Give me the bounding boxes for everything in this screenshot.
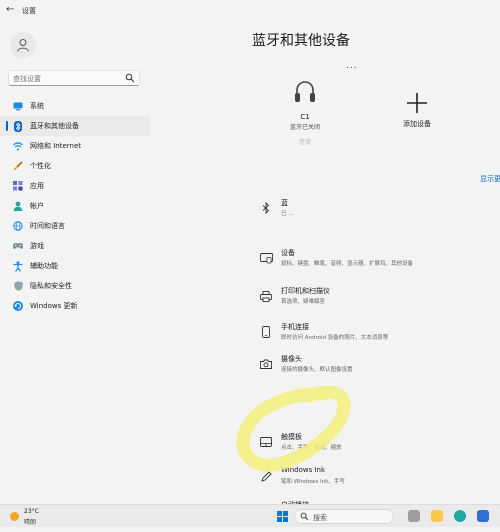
person-icon <box>17 39 29 52</box>
row-description: 首选项、疑难解答 <box>281 299 326 305</box>
monitor-icon <box>13 101 23 111</box>
settings-row-bluetooth[interactable]: 蓝 已 ... <box>255 192 500 230</box>
window-title: 设置 <box>22 7 36 15</box>
wifi-icon <box>13 141 23 151</box>
sidebar-item-time-language[interactable]: 时间和语言 <box>0 216 150 236</box>
globe-clock-icon <box>13 221 23 231</box>
more-options-button[interactable]: ... <box>346 61 358 71</box>
title-bar: ← 设置 <box>0 0 500 24</box>
brush-icon <box>13 161 23 171</box>
bluetooth-icon <box>259 201 273 215</box>
add-device-button[interactable]: 添加设备 <box>392 119 442 129</box>
store-icon[interactable] <box>477 510 489 522</box>
sidebar-item-privacy[interactable]: 隐私和安全性 <box>0 276 150 296</box>
nav-list: 系统 蓝牙和其他设备 网络和 Internet 个性化 应用 帐户 时间和语言 … <box>0 96 150 316</box>
sidebar-item-label: 个性化 <box>30 162 51 170</box>
person-icon <box>13 201 23 211</box>
sidebar-item-gaming[interactable]: 游戏 <box>0 236 150 256</box>
gamepad-icon <box>13 241 23 251</box>
taskbar: 23°C 晴朗 搜索 <box>0 504 500 527</box>
back-arrow-icon[interactable]: ← <box>6 4 14 15</box>
taskbar-search-box[interactable]: 搜索 <box>294 509 394 524</box>
weather-temperature: 23°C <box>24 508 39 515</box>
row-description: 笔和 Windows Ink、手写 <box>281 479 345 485</box>
device-connect-button[interactable]: 连接 <box>280 137 330 146</box>
highlight-scribble <box>236 385 351 472</box>
row-description: 鼠标、键盘、触笔、音频、显示器、扩展坞、其他设备 <box>281 261 414 267</box>
search-icon <box>125 73 135 83</box>
windows-start-icon[interactable] <box>277 511 288 522</box>
settings-row-printers[interactable]: 打印机和扫描仪 首选项、疑难解答 <box>255 280 500 318</box>
shield-icon <box>13 281 23 291</box>
row-title: 打印机和扫描仪 <box>281 287 330 295</box>
printer-icon <box>259 289 273 303</box>
selection-indicator <box>6 121 8 131</box>
sidebar-item-network[interactable]: 网络和 Internet <box>0 136 150 156</box>
device-status: 蓝牙已关闭 <box>289 124 320 131</box>
row-title: 设备 <box>281 249 295 257</box>
sidebar-item-accounts[interactable]: 帐户 <box>0 196 150 216</box>
settings-row-camera[interactable]: 摄像头 连接的摄像头、默认图像设置 <box>255 348 500 386</box>
search-input[interactable]: 查找设置 <box>8 70 140 86</box>
sidebar-item-bluetooth[interactable]: 蓝牙和其他设备 <box>0 116 150 136</box>
search-placeholder: 查找设置 <box>13 75 41 83</box>
sidebar-item-label: 游戏 <box>30 242 44 250</box>
sidebar: 查找设置 系统 蓝牙和其他设备 网络和 Internet 个性化 应用 帐户 时… <box>0 24 150 504</box>
sidebar-item-personalization[interactable]: 个性化 <box>0 156 150 176</box>
sidebar-item-label: 辅助功能 <box>30 262 58 270</box>
sidebar-item-label: 帐户 <box>30 202 44 210</box>
row-description: 连接的摄像头、默认图像设置 <box>281 367 353 373</box>
sidebar-item-label: 应用 <box>30 182 44 190</box>
sidebar-item-label: 时间和语言 <box>30 222 65 230</box>
headphones-icon[interactable] <box>294 80 316 104</box>
sidebar-item-label: 网络和 Internet <box>30 142 82 150</box>
plus-icon[interactable] <box>406 92 428 114</box>
sidebar-item-label: 系统 <box>30 102 44 110</box>
sidebar-item-label: Windows 更新 <box>30 302 78 310</box>
row-description: 即时访问 Android 设备的照片、文本消息等 <box>281 335 389 341</box>
devices-icon <box>259 251 273 265</box>
apps-icon <box>13 181 23 191</box>
sidebar-item-accessibility[interactable]: 辅助功能 <box>0 256 150 276</box>
file-explorer-icon[interactable] <box>431 510 443 522</box>
sidebar-item-apps[interactable]: 应用 <box>0 176 150 196</box>
phone-icon <box>259 325 273 339</box>
taskbar-search-label: 搜索 <box>313 514 327 522</box>
app-icon[interactable] <box>408 510 420 522</box>
row-description: 已 ... <box>281 211 294 217</box>
row-title: 摄像头 <box>281 355 302 363</box>
sidebar-item-windows-update[interactable]: Windows 更新 <box>0 296 150 316</box>
weather-description: 晴朗 <box>24 519 37 526</box>
sidebar-item-label: 隐私和安全性 <box>30 282 72 290</box>
row-title: 蓝 <box>281 199 288 207</box>
sidebar-item-system[interactable]: 系统 <box>0 96 150 116</box>
search-icon <box>300 512 309 521</box>
avatar[interactable] <box>10 32 36 58</box>
settings-row-devices[interactable]: 设备 鼠标、键盘、触笔、音频、显示器、扩展坞、其他设备 <box>255 242 500 280</box>
device-name: C1 <box>300 113 310 121</box>
row-title: 手机连接 <box>281 323 309 331</box>
accessibility-icon <box>13 260 23 272</box>
sun-icon[interactable] <box>10 512 19 521</box>
sidebar-item-label: 蓝牙和其他设备 <box>30 122 79 130</box>
camera-icon <box>259 357 273 371</box>
update-icon <box>13 301 23 311</box>
page-title: 蓝牙和其他设备 <box>252 33 350 49</box>
bluetooth-icon <box>13 120 23 132</box>
show-more-link[interactable]: 显示更 <box>480 174 500 184</box>
edge-icon[interactable] <box>454 510 466 522</box>
